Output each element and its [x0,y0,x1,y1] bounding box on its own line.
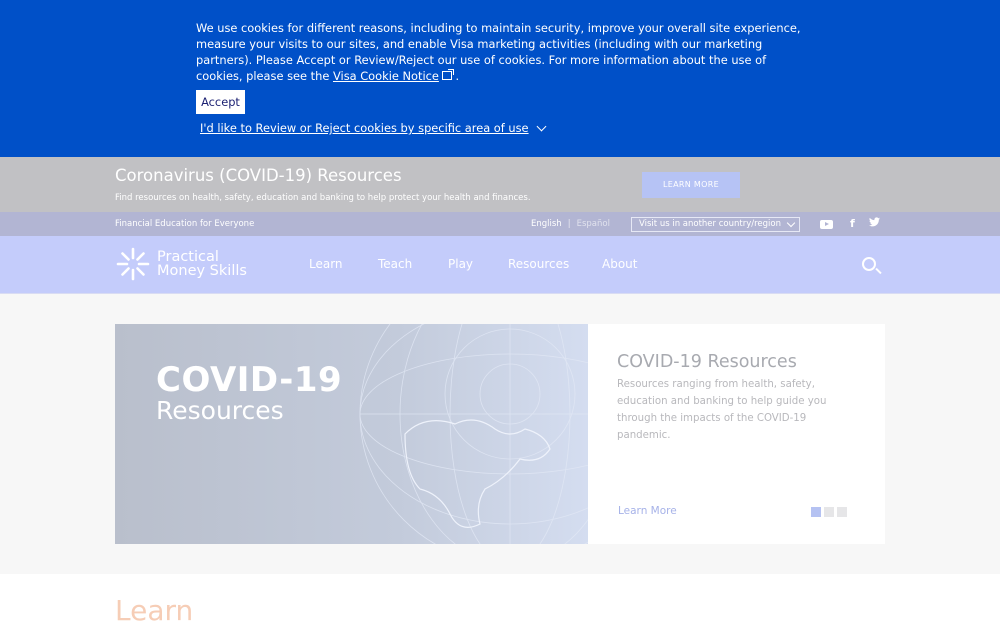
main-nav: Practical Money Skills Learn Teach Play … [0,236,1000,294]
hero-card: COVID-19 Resources Resources ranging fro… [588,324,885,544]
carousel-dot-2[interactable] [824,507,834,517]
country-region-select[interactable]: Visit us in another country/region [631,217,800,232]
accept-cookies-button[interactable]: Accept [196,90,245,114]
logo-text: Practical Money Skills [157,249,247,279]
covid-learn-more-button[interactable]: LEARN MORE [642,172,740,198]
language-switcher: English | Español [531,219,610,229]
nav-learn[interactable]: Learn [309,257,343,271]
visa-cookie-notice-link[interactable]: Visa Cookie Notice [333,69,439,83]
hero-subtitle: Resources [156,396,284,425]
lang-separator: | [567,219,571,229]
card-learn-more-link[interactable]: Learn More [618,505,677,517]
lang-spanish-link[interactable]: Español [577,219,610,229]
hero-title: COVID-19 [156,360,343,400]
card-title: COVID-19 Resources [617,352,797,372]
hero-image[interactable]: COVID-19 Resources [115,324,588,544]
review-cookies-link[interactable]: I'd like to Review or Reject cookies by … [200,121,547,135]
facebook-icon[interactable]: f [850,217,855,230]
cookie-message: We use cookies for different reasons, in… [196,21,801,83]
covid-bar-subtitle: Find resources on health, safety, educat… [115,193,531,203]
globe-icon [359,324,588,544]
carousel-dot-3[interactable] [837,507,847,517]
lang-english-link[interactable]: English [531,219,562,229]
covid-alert-bar: Coronavirus (COVID-19) Resources Find re… [0,157,1000,212]
external-link-icon [441,69,454,80]
sparkle-logo-icon [115,246,151,282]
review-cookies-label: I'd like to Review or Reject cookies by … [200,121,529,135]
chevron-down-icon [536,121,547,131]
youtube-icon[interactable] [820,220,833,229]
card-body: Resources ranging from health, safety, e… [617,379,827,441]
tagline: Financial Education for Everyone [115,219,255,229]
covid-bar-title: Coronavirus (COVID-19) Resources [115,166,402,185]
carousel-dots [811,507,847,517]
twitter-icon[interactable] [869,217,880,230]
chevron-down-icon [786,218,796,228]
practical-money-skills-logo[interactable]: Practical Money Skills [115,246,247,282]
nav-about[interactable]: About [602,257,637,271]
cookie-banner: We use cookies for different reasons, in… [0,0,1000,157]
utility-bar: Financial Education for Everyone English… [0,212,1000,236]
country-select-label: Visit us in another country/region [639,219,781,229]
learn-section: Learn [0,574,1000,625]
carousel-dot-1[interactable] [811,507,821,517]
nav-resources[interactable]: Resources [508,257,569,271]
nav-play[interactable]: Play [448,257,473,271]
learn-heading: Learn [115,594,194,625]
search-icon[interactable] [862,257,876,271]
nav-teach[interactable]: Teach [378,257,412,271]
